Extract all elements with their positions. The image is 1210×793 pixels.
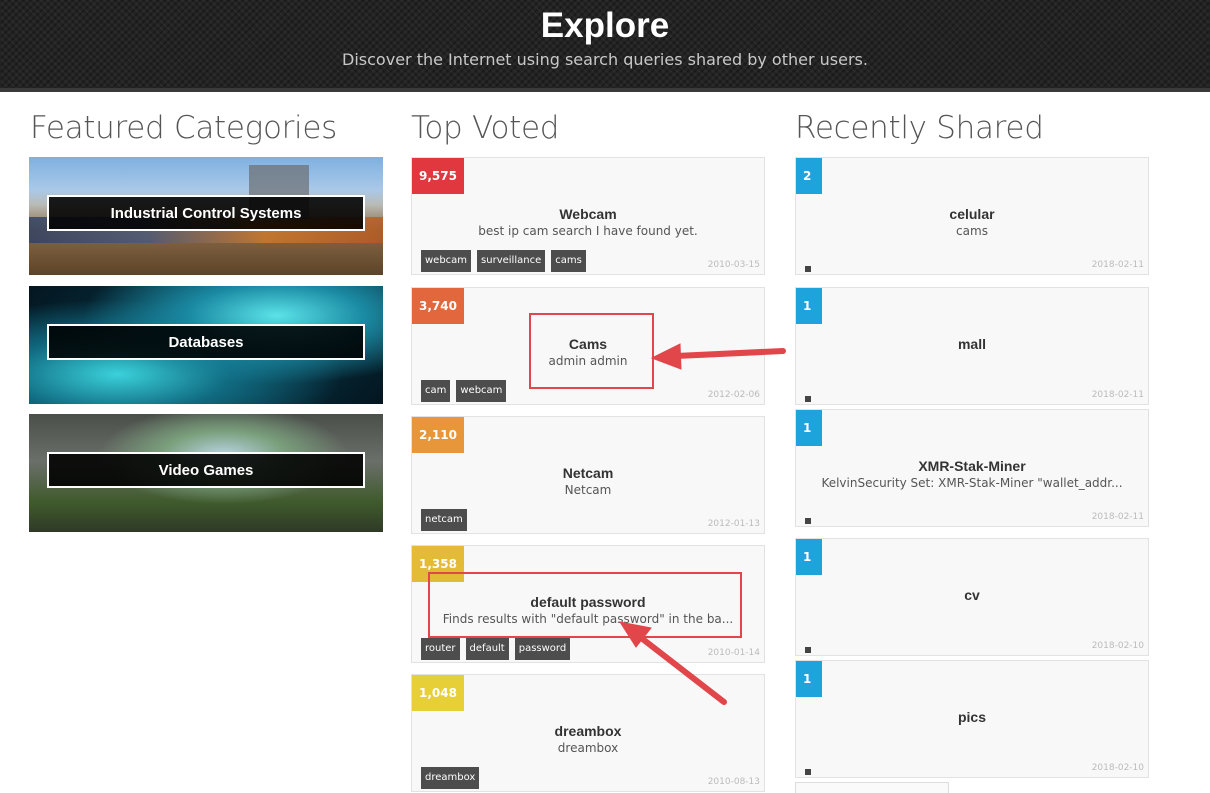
query-title[interactable]: cv — [796, 587, 1148, 603]
tag[interactable]: default — [465, 638, 509, 660]
category-industrial-control-systems[interactable]: Industrial Control Systems — [29, 157, 383, 275]
query-title[interactable]: Webcam — [412, 206, 764, 222]
vote-count-badge: 1 — [796, 410, 822, 446]
tag-list: webcam surveillance cams — [421, 250, 586, 272]
vote-count-badge: 1 — [796, 539, 822, 575]
annotation-highlight-box — [529, 313, 654, 389]
query-title[interactable]: XMR-Stak-Miner — [796, 458, 1148, 474]
page-subtitle: Discover the Internet using search queri… — [342, 50, 868, 69]
tag-list: router default password — [421, 638, 571, 660]
tag-list: cam webcam — [421, 380, 507, 402]
tag[interactable]: router — [421, 638, 460, 660]
query-description: Netcam — [564, 483, 612, 497]
tag[interactable]: surveillance — [477, 250, 546, 272]
featured-categories-heading: Featured Categories — [30, 110, 337, 146]
vote-count-badge: 2,110 — [412, 417, 464, 453]
query-title[interactable]: pics — [796, 709, 1148, 725]
query-date: 2010-03-15 — [707, 260, 760, 270]
query-date: 2018-02-11 — [1091, 260, 1144, 270]
vote-count-badge: 1 — [796, 288, 822, 324]
page-title: Explore — [540, 6, 670, 45]
recent-card[interactable]: 1 pics 2018-02-10 — [795, 660, 1149, 778]
tag-list: netcam — [421, 509, 467, 531]
query-date: 2012-01-13 — [707, 519, 760, 529]
square-icon — [805, 647, 811, 653]
recent-card[interactable]: 1 mall 2018-02-11 — [795, 287, 1149, 405]
tag[interactable]: webcam — [421, 250, 472, 272]
tag[interactable]: cams — [551, 250, 586, 272]
query-date: 2010-01-14 — [707, 648, 760, 658]
category-label: Databases — [47, 324, 365, 360]
recent-card[interactable]: 1 cv 2018-02-10 — [795, 538, 1149, 656]
query-title[interactable]: mall — [796, 336, 1148, 352]
vote-count-badge: 9,575 — [412, 158, 464, 194]
vote-count-badge: 1,048 — [412, 675, 464, 711]
square-icon — [805, 396, 811, 402]
tag[interactable]: cam — [421, 380, 451, 402]
category-databases[interactable]: Databases — [29, 286, 383, 404]
query-title[interactable]: celular — [796, 206, 1148, 222]
query-description: dreambox — [557, 741, 619, 755]
top-voted-card[interactable]: 2,110 Netcam Netcam netcam 2012-01-13 — [411, 416, 765, 534]
category-label: Video Games — [47, 452, 365, 488]
recently-shared-heading: Recently Shared — [795, 110, 1044, 146]
square-icon — [805, 518, 811, 524]
query-date: 2018-02-10 — [1091, 763, 1144, 773]
recent-card[interactable]: 1 XMR-Stak-Miner KelvinSecurity Set: XMR… — [795, 409, 1149, 527]
query-title[interactable]: Netcam — [412, 465, 764, 481]
tag[interactable]: netcam — [421, 509, 467, 531]
query-description: cams — [956, 224, 988, 238]
more-button[interactable] — [795, 782, 949, 793]
vote-count-badge: 3,740 — [412, 288, 464, 324]
category-label: Industrial Control Systems — [47, 195, 365, 231]
annotation-highlight-box — [428, 572, 742, 638]
query-date: 2012-02-06 — [707, 390, 760, 400]
query-date: 2018-02-10 — [1091, 641, 1144, 651]
square-icon — [805, 266, 811, 272]
query-description: KelvinSecurity Set: XMR-Stak-Miner "wall… — [821, 476, 1123, 490]
category-video-games[interactable]: Video Games — [29, 414, 383, 532]
query-date: 2018-02-11 — [1091, 512, 1144, 522]
query-date: 2018-02-11 — [1091, 390, 1144, 400]
top-voted-heading: Top Voted — [411, 110, 560, 146]
tag[interactable]: webcam — [456, 380, 507, 402]
top-voted-card[interactable]: 9,575 Webcam best ip cam search I have f… — [411, 157, 765, 275]
vote-count-badge: 1 — [796, 661, 822, 697]
query-description: best ip cam search I have found yet. — [478, 224, 698, 238]
query-title[interactable]: dreambox — [412, 723, 764, 739]
page-header: Explore Discover the Internet using sear… — [0, 0, 1210, 92]
recent-card[interactable]: 2 celular cams 2018-02-11 — [795, 157, 1149, 275]
top-voted-card[interactable]: 1,048 dreambox dreambox dreambox 2010-08… — [411, 674, 765, 792]
square-icon — [805, 769, 811, 775]
tag[interactable]: password — [514, 638, 571, 660]
vote-count-badge: 2 — [796, 158, 822, 194]
